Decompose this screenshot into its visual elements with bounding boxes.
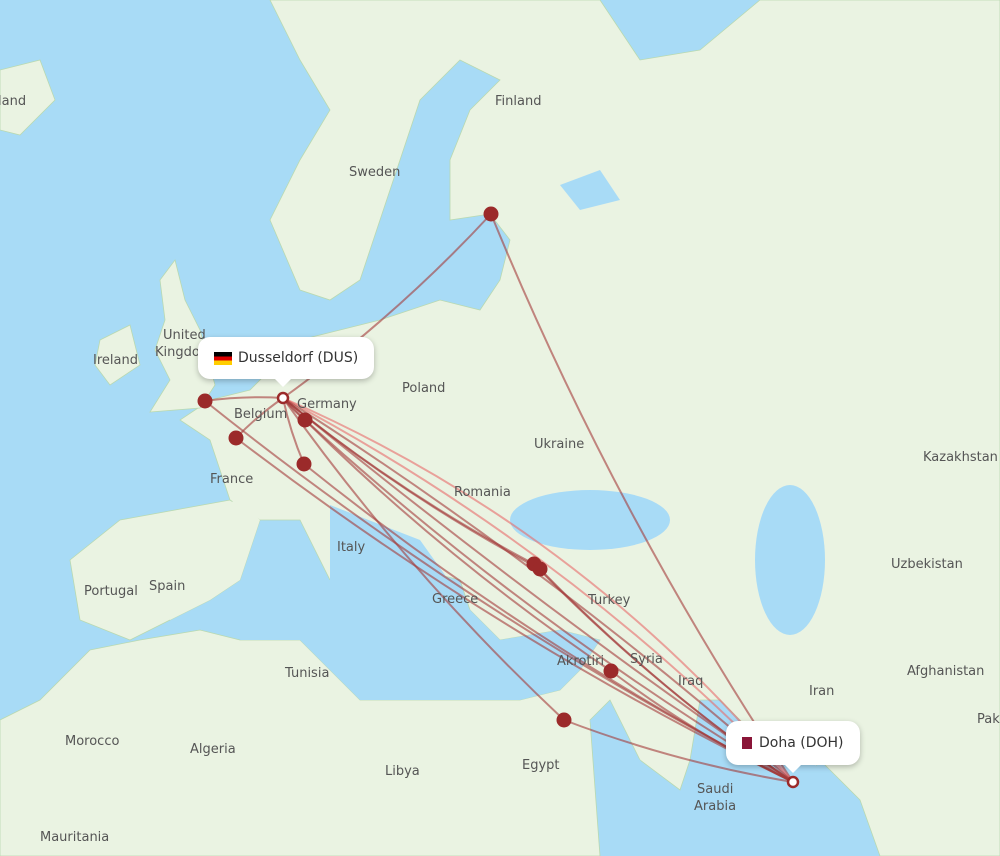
germany-flag-icon (214, 351, 232, 365)
label-greece: Greece (432, 592, 478, 607)
label-algeria: Algeria (190, 742, 236, 757)
destination-airport-name: Doha (DOH) (759, 735, 844, 751)
label-kazakhstan: Kazakhstan (923, 450, 998, 465)
label-iceland: land (0, 94, 26, 109)
label-turkey: Turkey (587, 593, 631, 608)
label-uzbekistan: Uzbekistan (891, 557, 963, 572)
label-finland: Finland (495, 94, 541, 109)
origin-airport-callout[interactable]: Dusseldorf (DUS) (198, 337, 375, 387)
label-ukraine: Ukraine (534, 437, 584, 452)
label-libya: Libya (385, 764, 420, 779)
label-akrotiri: Akrotiri (557, 654, 604, 669)
qatar-flag-icon (742, 737, 752, 749)
label-spain: Spain (149, 579, 185, 594)
label-belgium: Belgium (234, 407, 287, 422)
destination-marker[interactable] (786, 775, 800, 789)
label-united: United (163, 328, 206, 343)
airport-marker[interactable] (532, 561, 548, 577)
label-portugal: Portugal (84, 584, 138, 599)
label-arabia: Arabia (694, 799, 736, 814)
label-ireland: Ireland (93, 353, 138, 368)
label-france: France (210, 472, 253, 487)
origin-airport-name: Dusseldorf (DUS) (238, 350, 359, 366)
label-syria: Syria (630, 652, 663, 667)
label-pak: Pak (977, 712, 1000, 727)
label-sweden: Sweden (349, 165, 400, 180)
label-iraq: Iraq (678, 674, 703, 689)
label-morocco: Morocco (65, 734, 119, 749)
label-romania: Romania (454, 485, 511, 500)
label-poland: Poland (402, 381, 445, 396)
label-germany: Germany (297, 397, 357, 412)
label-tunisia: Tunisia (284, 666, 329, 681)
label-mauritania: Mauritania (40, 830, 109, 845)
label-saudi: Saudi (697, 782, 733, 797)
label-afghanistan: Afghanistan (907, 664, 984, 679)
airport-marker[interactable] (228, 430, 244, 446)
label-iran: Iran (809, 684, 834, 699)
airport-marker[interactable] (556, 712, 572, 728)
label-egypt: Egypt (522, 758, 560, 773)
airport-marker[interactable] (296, 456, 312, 472)
destination-airport-callout[interactable]: Doha (DOH) (726, 721, 860, 773)
airport-marker[interactable] (197, 393, 213, 409)
caspian-sea (755, 485, 825, 635)
airport-marker[interactable] (603, 663, 619, 679)
airport-marker[interactable] (297, 412, 313, 428)
airport-marker[interactable] (483, 206, 499, 222)
origin-marker[interactable] (276, 391, 290, 405)
label-italy: Italy (337, 540, 366, 555)
